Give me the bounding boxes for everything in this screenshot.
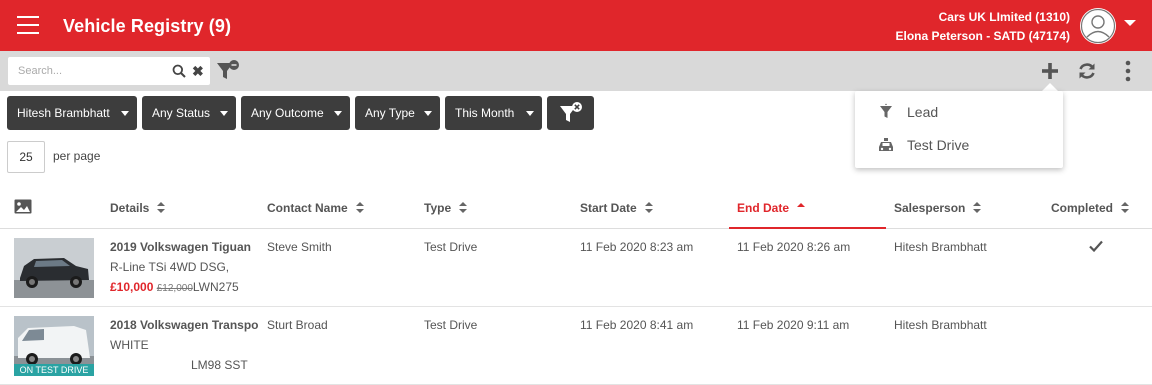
filter-label: Hitesh Brambhatt [17,106,110,120]
column-end-date[interactable]: End Date [737,201,806,215]
column-label: Type [424,201,452,215]
vehicle-price-line: £10,000 £12,000LWN275 [110,280,239,294]
per-page-select[interactable]: 25 [7,141,45,173]
sort-ascending-icon [797,203,806,208]
vehicle-thumbnail: ON TEST DRIVE [14,316,94,376]
activity-type: Test Drive [424,240,478,254]
column-start-date[interactable]: Start Date [580,201,653,215]
chevron-down-icon [121,111,129,116]
add-menu: Lead Test Drive [855,91,1063,168]
more-vertical-icon[interactable] [1120,60,1136,82]
suv-image [14,238,94,298]
contact-name: Sturt Broad [267,318,328,332]
status-badge: ON TEST DRIVE [14,364,94,376]
vehicle-old-price: £12,000 [156,283,193,294]
vehicle-title: 2018 Volkswagen Transporter [110,318,258,332]
filter-label: Any Outcome [251,106,324,120]
sort-icon [355,202,364,214]
menu-item-test-drive[interactable]: Test Drive [855,129,1063,161]
vehicle-spec: WHITE [110,338,149,352]
chevron-down-icon [334,111,342,116]
app-header: Vehicle Registry (9) Cars UK LImited (13… [0,0,1152,51]
sort-icon [157,202,166,214]
company-name: Cars UK LImited (1310) [938,10,1070,24]
column-details[interactable]: Details [110,201,166,215]
refresh-icon[interactable] [1077,61,1097,81]
column-contact-name[interactable]: Contact Name [267,201,364,215]
sort-icon [973,202,982,214]
chevron-down-icon [220,111,228,116]
image-icon [14,199,32,214]
vehicle-thumbnail [14,238,94,298]
vehicle-price: £10,000 [110,280,154,294]
column-salesperson[interactable]: Salesperson [894,201,982,215]
filter-status[interactable]: Any Status [142,96,236,130]
vehicle-registration: LM98 SST [191,358,248,372]
filter-label: Any Type [365,106,415,120]
search-icon[interactable] [172,64,186,78]
funnel-icon [880,103,892,118]
vehicle-title: 2019 Volkswagen Tiguan [110,240,251,254]
filter-salesperson[interactable]: Hitesh Brambhatt [7,96,137,130]
close-icon[interactable]: ✖ [192,63,204,79]
start-date: 11 Feb 2020 8:23 am [580,240,694,254]
table-row[interactable]: 2019 Volkswagen Tiguan R-Line TSi 4WD DS… [0,229,1152,307]
activity-type: Test Drive [424,318,478,332]
column-completed[interactable]: Completed [1051,201,1130,215]
end-date: 11 Feb 2020 8:26 am [737,240,851,254]
column-label: Contact Name [267,201,348,215]
sort-icon [1121,202,1130,214]
add-icon[interactable] [1040,61,1060,81]
chevron-down-icon [424,111,432,116]
salesperson: Hitesh Brambhatt [894,318,987,332]
filter-label: Any Status [152,106,211,120]
account-info[interactable]: Cars UK LImited (1310) Elona Peterson - … [896,8,1071,46]
menu-item-label: Test Drive [907,137,970,153]
filter-label: This Month [455,106,515,120]
menu-item-label: Lead [907,104,939,120]
filter-outcome[interactable]: Any Outcome [241,96,350,130]
column-label: Salesperson [894,201,966,215]
per-page-label: per page [53,149,101,163]
salesperson: Hitesh Brambhatt [894,240,987,254]
search-input[interactable] [8,57,168,85]
menu-item-lead[interactable]: Lead [855,96,1063,128]
filter-type[interactable]: Any Type [355,96,440,130]
filter-clear-icon [560,102,582,122]
chevron-down-icon [526,111,534,116]
filter-remove-icon[interactable] [216,60,240,82]
user-icon [1080,8,1116,44]
menu-pointer [1042,83,1058,91]
column-label: Completed [1051,201,1114,215]
vehicle-registration: LWN275 [192,280,239,294]
table-row[interactable]: ON TEST DRIVE 2018 Volkswagen Transporte… [0,307,1152,385]
search-box: ✖ [8,57,210,85]
filter-date-range[interactable]: This Month [445,96,542,130]
check-icon [1089,240,1103,252]
end-date: 11 Feb 2020 9:11 am [737,318,850,332]
sort-icon [644,202,653,214]
menu-icon[interactable] [17,16,39,34]
vehicle-spec: R-Line TSi 4WD DSG, [110,260,230,274]
column-label: Details [110,201,150,215]
sort-icon [459,202,468,214]
column-label: Start Date [580,201,637,215]
column-type[interactable]: Type [424,201,468,215]
clear-filters-button[interactable] [547,96,594,130]
avatar[interactable] [1080,8,1116,44]
contact-name: Steve Smith [267,240,332,254]
car-icon [879,138,893,151]
toolbar: ✖ [0,51,1152,91]
start-date: 11 Feb 2020 8:41 am [580,318,694,332]
page-title: Vehicle Registry (9) [63,16,232,36]
column-label: End Date [737,201,790,215]
user-name: Elona Peterson - SATD (47174) [895,29,1071,43]
account-menu-chevron-icon[interactable] [1124,20,1136,26]
